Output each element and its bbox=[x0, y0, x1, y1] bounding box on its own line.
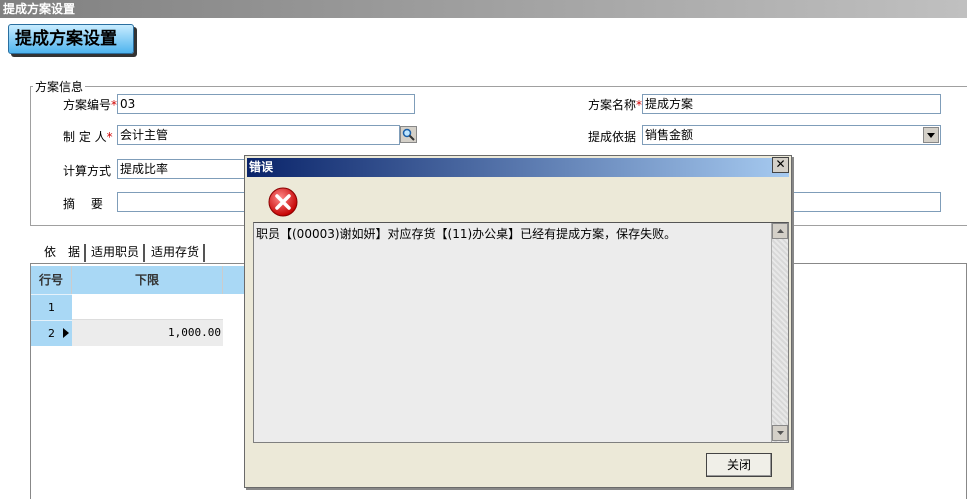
scroll-up-button[interactable] bbox=[772, 223, 788, 239]
lower-limit-cell[interactable]: 1,000.00 bbox=[72, 320, 223, 346]
current-row-arrow-icon bbox=[63, 328, 69, 338]
table-row-number: 1 bbox=[31, 294, 72, 320]
chevron-down-icon bbox=[927, 132, 935, 138]
message-box: 职员【(00003)谢如妍】对应存货【(11)办公桌】已经有提成方案，保存失败。 bbox=[253, 222, 789, 443]
scheme-no-field[interactable]: 03 bbox=[117, 94, 415, 114]
basis-select[interactable]: 销售金额 bbox=[642, 125, 941, 145]
chevron-up-icon bbox=[776, 229, 784, 233]
error-icon bbox=[268, 187, 298, 217]
calc-method-label: 计算方式 bbox=[63, 164, 112, 178]
window-titlebar: 提成方案设置 bbox=[0, 0, 967, 18]
chevron-down-icon bbox=[776, 431, 784, 435]
close-button[interactable]: 关闭 bbox=[706, 453, 772, 477]
summary-field[interactable] bbox=[117, 192, 257, 212]
scheme-name-field[interactable]: 提成方案 bbox=[642, 94, 941, 114]
lower-limit-header: 下限 bbox=[72, 266, 223, 294]
summary-field-right[interactable] bbox=[790, 192, 941, 212]
scroll-down-button[interactable] bbox=[772, 425, 788, 441]
basis-label: 提成依据 bbox=[588, 130, 637, 144]
tab-staff[interactable]: 适用职员 bbox=[87, 244, 146, 262]
lower-limit-cell[interactable] bbox=[72, 294, 223, 320]
creator-field[interactable]: 会计主管 bbox=[117, 125, 400, 145]
summary-label: 摘 要 bbox=[63, 197, 103, 211]
row-no-header: 行号 bbox=[31, 266, 72, 294]
basis-dropdown-button[interactable] bbox=[923, 127, 939, 143]
scheme-no-label: 方案编号* bbox=[63, 98, 118, 112]
creator-lookup-button[interactable] bbox=[400, 126, 417, 143]
scheme-info-legend: 方案信息 bbox=[35, 80, 84, 94]
error-dialog: 错误 ✕ 职员【(00003)谢如妍】对应存货【(11)办公桌】已经有提成方案，… bbox=[244, 155, 792, 488]
message-scrollbar[interactable] bbox=[771, 223, 788, 442]
error-message: 职员【(00003)谢如妍】对应存货【(11)办公桌】已经有提成方案，保存失败。 bbox=[256, 227, 677, 241]
calc-method-field[interactable]: 提成比率 bbox=[117, 159, 257, 179]
scheme-name-label: 方案名称* bbox=[588, 98, 643, 112]
tab-basis[interactable]: 依 据 bbox=[40, 244, 87, 262]
tab-inventory[interactable]: 适用存货 bbox=[147, 244, 206, 262]
dialog-title: 错误 bbox=[247, 158, 789, 177]
creator-label: 制 定 人* bbox=[63, 130, 113, 144]
dialog-close-icon[interactable]: ✕ bbox=[772, 157, 789, 173]
magnifier-icon bbox=[402, 128, 415, 141]
page-title: 提成方案设置 bbox=[8, 24, 134, 54]
